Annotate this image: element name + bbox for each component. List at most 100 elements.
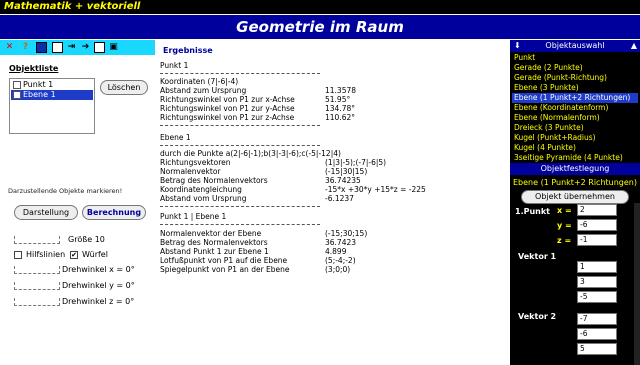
object-type-item[interactable]: Punkt — [512, 53, 638, 63]
vector1-y-input[interactable]: 3 — [577, 276, 617, 288]
toolbar: ✕ ? ⇥ ➔ ▣ — [0, 40, 155, 55]
vector2-x-input[interactable]: -7 — [577, 313, 617, 325]
apply-object-button[interactable]: Objekt übernehmen — [521, 190, 629, 204]
rotation-z-label: Drehwinkel z = 0° — [62, 297, 135, 306]
object-list-title: Objektliste — [9, 64, 59, 73]
delete-button[interactable]: Löschen — [100, 80, 148, 95]
object-selection-title: Objektauswahl — [545, 41, 605, 50]
object-type-item[interactable]: Dreieck (3 Punkte) — [512, 123, 638, 133]
hint-text: Darzustellende Objekte markieren! — [8, 187, 123, 195]
vector2-z-input[interactable]: 5 — [577, 343, 617, 355]
result-value: (3;0;0) — [325, 265, 351, 274]
result-value: (-15;30;15) — [325, 229, 368, 238]
result-label: durch die Punkte a(2|-6|-1);b(3|-3|-6);c… — [160, 149, 341, 158]
point-z-input[interactable]: -1 — [577, 234, 617, 246]
rotation-x-slider[interactable] — [14, 266, 60, 274]
cube-checkbox[interactable]: ✔ — [70, 251, 78, 259]
helplines-label: Hilfslinien — [26, 250, 66, 259]
copy-icon[interactable] — [94, 42, 105, 53]
left-panel: ✕ ? ⇥ ➔ ▣ Objektliste Punkt 1 ✔ Ebene 1 … — [0, 40, 155, 365]
list-item[interactable]: ✔ Ebene 1 — [11, 90, 93, 100]
object-type-item[interactable]: Gerade (Punkt-Richtung) — [512, 73, 638, 83]
object-type-item[interactable]: Ebene (Normalenform) — [512, 113, 638, 123]
object-type-item[interactable]: 3seitige Pyramide (4 Punkte) — [512, 153, 638, 163]
vector1-x-input[interactable]: 1 — [577, 261, 617, 273]
helplines-checkbox[interactable] — [14, 251, 22, 259]
result-value: 51.95° — [325, 95, 351, 104]
print-icon[interactable]: ▣ — [108, 42, 119, 53]
draw-button[interactable]: Darstellung — [14, 205, 78, 220]
result-value: 11.3578 — [325, 86, 357, 95]
result-label: Abstand zum Ursprung — [160, 86, 247, 95]
result-value: 36.74235 — [325, 176, 361, 185]
object-type-item[interactable]: Gerade (2 Punkte) — [512, 63, 638, 73]
save-icon[interactable] — [36, 42, 47, 53]
object-type-item[interactable]: Kugel (Punkt+Radius) — [512, 133, 638, 143]
rotation-y-slider[interactable] — [14, 282, 60, 290]
export-icon[interactable]: ⇥ — [66, 42, 77, 53]
result-label: Betrag des Normalenvektors — [160, 238, 268, 247]
close-icon[interactable]: ✕ — [4, 42, 15, 53]
result-label: Richtungswinkel von P1 zur z-Achse — [160, 113, 295, 122]
list-item-checkbox[interactable]: ✔ — [13, 91, 21, 99]
result-value: 134.78° — [325, 104, 355, 113]
list-item[interactable]: Punkt 1 — [11, 80, 93, 90]
result-value: -6.1237 — [325, 194, 354, 203]
divider — [160, 73, 320, 74]
app-title: Mathematik + vektoriell — [4, 1, 141, 12]
result-label: Abstand Punkt 1 zur Ebene 1 — [160, 247, 269, 256]
size-label: Größe 10 — [68, 235, 105, 244]
object-type-item[interactable]: Ebene (Koordinatenform) — [512, 103, 638, 113]
rotation-z-slider[interactable] — [14, 298, 60, 306]
rotation-x-label: Drehwinkel x = 0° — [62, 265, 135, 274]
result-label: Normalenvektor — [160, 167, 221, 176]
divider — [160, 206, 320, 207]
object-spec-header: Objektfestlegung — [510, 163, 640, 175]
forward-icon[interactable]: ➔ — [80, 42, 91, 53]
point-x-input[interactable]: 2 — [577, 204, 617, 216]
point-label: 1.Punkt — [515, 207, 551, 216]
result-value: 110.62° — [325, 113, 355, 122]
results-panel: Ergebnisse Punkt 1 Koordinaten (7|-6|-4)… — [155, 40, 510, 365]
result-label: Koordinatengleichung — [160, 185, 242, 194]
grid-icon[interactable] — [52, 42, 63, 53]
result-label: Koordinaten (7|-6|-4) — [160, 77, 239, 86]
result-label: Richtungsvektoren — [160, 158, 231, 167]
object-type-item[interactable]: Kugel (4 Punkte) — [512, 143, 638, 153]
result-value: (5;-4;-2) — [325, 256, 356, 265]
scroll-up-icon[interactable]: ▲ — [631, 40, 637, 52]
vector1-z-input[interactable]: -5 — [577, 291, 617, 303]
vector1-label: Vektor 1 — [518, 252, 557, 261]
y-label: y = — [557, 221, 572, 230]
object-type-item[interactable]: Ebene (3 Punkte) — [512, 83, 638, 93]
x-label: x = — [557, 206, 572, 215]
result-label: Richtungswinkel von P1 zur x-Achse — [160, 95, 295, 104]
app-title-bar: Mathematik + vektoriell — [0, 0, 640, 14]
point-y-input[interactable]: -6 — [577, 219, 617, 231]
size-slider[interactable] — [14, 236, 60, 244]
result-heading: Ebene 1 — [160, 133, 191, 142]
result-value: -15*x +30*y +15*z = -225 — [325, 185, 426, 194]
vector2-y-input[interactable]: -6 — [577, 328, 617, 340]
result-heading: Punkt 1 | Ebene 1 — [160, 212, 227, 221]
list-item-checkbox[interactable] — [13, 81, 21, 89]
result-label: Lotfußpunkt von P1 auf die Ebene — [160, 256, 288, 265]
divider — [160, 145, 320, 146]
object-list[interactable]: Punkt 1 ✔ Ebene 1 — [9, 78, 95, 134]
result-value: 4.899 — [325, 247, 347, 256]
scrollbar[interactable] — [634, 203, 640, 365]
result-value: (-15|30|15) — [325, 167, 368, 176]
object-type-item-selected[interactable]: Ebene (1 Punkt+2 Richtungen) — [512, 93, 638, 103]
rotation-y-label: Drehwinkel y = 0° — [62, 281, 135, 290]
object-selection-header[interactable]: ⬇ Objektauswahl ▲ — [510, 40, 640, 52]
divider — [160, 125, 320, 126]
help-icon[interactable]: ? — [20, 42, 31, 53]
page-title: Geometrie im Raum — [236, 18, 404, 36]
cube-label: Würfel — [82, 250, 108, 259]
result-value: (1|3|-5);(-7|-6|5) — [325, 158, 387, 167]
right-panel: ⬇ Objektauswahl ▲ Punkt Gerade (2 Punkte… — [510, 40, 640, 365]
result-heading: Punkt 1 — [160, 61, 189, 70]
calculate-button[interactable]: Berechnung — [82, 205, 146, 220]
list-item-label: Ebene 1 — [23, 90, 56, 99]
result-label: Betrag des Normalenvektors — [160, 176, 268, 185]
